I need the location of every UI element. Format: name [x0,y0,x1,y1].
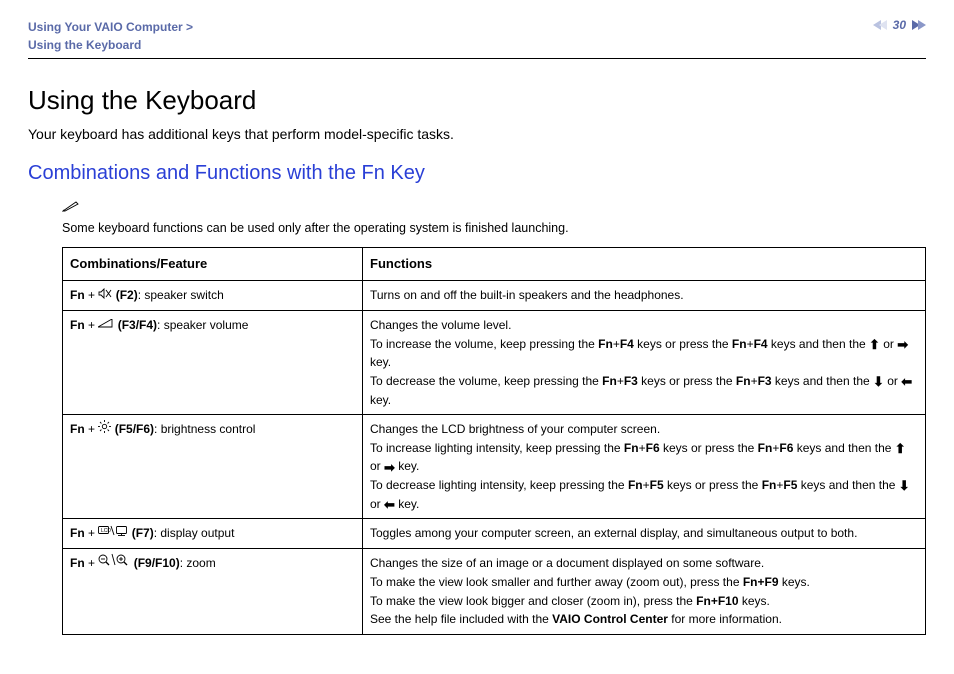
prev-page-icon[interactable] [873,20,887,30]
arrow-down-icon: ⬇ [899,479,910,492]
intro-text: Your keyboard has additional keys that p… [28,126,926,142]
page-title: Using the Keyboard [28,85,926,116]
function-cell: Changes the volume level. To increase th… [363,311,926,415]
breadcrumb-line1: Using Your VAIO Computer > [28,18,193,36]
fn-label: Fn [70,288,85,302]
arrow-down-icon: ⬇ [873,375,884,388]
section-heading: Combinations and Functions with the Fn K… [28,162,926,185]
key-label: (F7) [132,526,154,540]
arrow-right-icon: ➡ [897,338,908,351]
feature-label: : speaker switch [138,288,224,302]
fn-label: Fn [70,318,85,332]
fn-label: Fn [70,422,85,436]
brightness-icon [98,420,111,439]
note-text: Some keyboard functions can be used only… [62,221,569,235]
page-header: Using Your VAIO Computer > Using the Key… [28,18,926,59]
key-label: (F9/F10) [134,556,180,570]
zoom-icon [98,553,130,573]
table-header-functions: Functions [363,248,926,281]
table-header-combinations: Combinations/Feature [63,248,363,281]
next-page-icon[interactable] [912,20,926,30]
feature-label: : brightness control [154,422,255,436]
table-row: Fn + (F2): speaker switch Turns on and o… [63,281,926,311]
arrow-up-icon: ⬆ [895,442,906,455]
breadcrumb-line2: Using the Keyboard [28,36,193,54]
breadcrumb: Using Your VAIO Computer > Using the Key… [28,18,193,54]
function-cell: Turns on and off the built-in speakers a… [363,281,926,311]
feature-label: : speaker volume [157,318,248,332]
page-nav: 30 [873,18,926,32]
key-label: (F3/F4) [118,318,157,332]
volume-icon [98,316,114,335]
function-cell: Changes the size of an image or a docume… [363,549,926,634]
arrow-up-icon: ⬆ [869,338,880,351]
page-number: 30 [893,18,906,32]
display-output-icon: LCD [98,524,128,543]
arrow-right-icon: ➡ [384,461,395,474]
pencil-icon [62,199,80,217]
feature-label: : display output [154,526,235,540]
table-row: Fn + (F9/F10): zoom Changes the size of … [63,549,926,634]
feature-label: : zoom [180,556,216,570]
svg-text:LCD: LCD [101,528,111,534]
fn-key-table: Combinations/Feature Functions Fn + (F2)… [62,247,926,635]
fn-label: Fn [70,526,85,540]
table-row: Fn + (F3/F4): speaker volume Changes the… [63,311,926,415]
table-row: Fn + LCD (F7): display output Toggles am… [63,519,926,549]
function-cell: Toggles among your computer screen, an e… [363,519,926,549]
table-row: Fn + (F5/F6): brightness control Changes… [63,415,926,519]
fn-label: Fn [70,556,85,570]
key-label: (F5/F6) [115,422,154,436]
speaker-mute-icon [98,286,112,305]
function-cell: Changes the LCD brightness of your compu… [363,415,926,519]
note: Some keyboard functions can be used only… [62,199,926,237]
arrow-left-icon: ⬅ [384,498,395,511]
key-label: (F2) [116,288,138,302]
arrow-left-icon: ⬅ [901,375,912,388]
